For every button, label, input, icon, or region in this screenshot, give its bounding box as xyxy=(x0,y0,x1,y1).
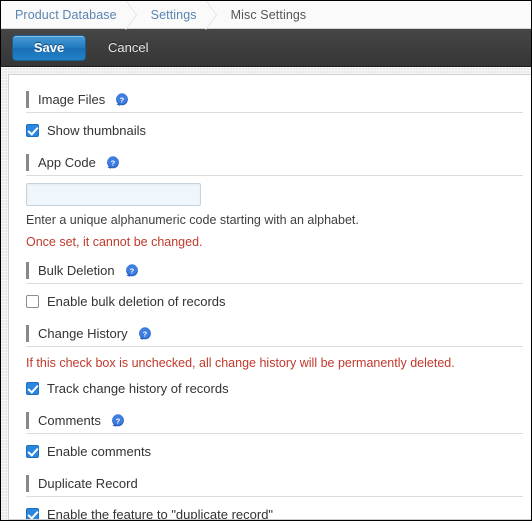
checkbox-label-enable-bulk-deletion[interactable]: Enable bulk deletion of records xyxy=(47,294,226,309)
section-accent-bar xyxy=(26,262,29,279)
breadcrumb-separator-icon xyxy=(117,1,151,30)
section-title-change-history: Change History xyxy=(38,326,128,341)
section-header: Bulk Deletion ? xyxy=(26,258,523,283)
section-title-bulk-deletion: Bulk Deletion xyxy=(38,263,115,278)
checkbox-row-show-thumbnails[interactable]: Show thumbnails xyxy=(26,118,531,142)
section-app-code: App Code ? Enter a unique alphanumeric c… xyxy=(9,150,531,250)
section-divider xyxy=(26,496,523,497)
svg-text:?: ? xyxy=(120,95,125,104)
section-header: App Code ? xyxy=(26,150,523,175)
settings-page: Product Database Settings Misc Settings … xyxy=(0,0,532,521)
help-icon[interactable]: ? xyxy=(111,413,125,428)
section-accent-bar xyxy=(26,475,29,492)
breadcrumb-item-product-database[interactable]: Product Database xyxy=(15,8,117,22)
breadcrumb-separator-icon xyxy=(197,1,231,30)
app-code-warning: Once set, it cannot be changed. xyxy=(26,235,203,249)
settings-form: Image Files ? Show thumbnails App Code ?… xyxy=(8,74,531,520)
svg-text:?: ? xyxy=(116,416,121,425)
section-divider xyxy=(26,112,523,113)
section-change-history: Change History ? If this check box is un… xyxy=(9,321,531,400)
checkbox-label-enable-comments[interactable]: Enable comments xyxy=(47,444,151,459)
section-header: Image Files ? xyxy=(26,87,523,112)
breadcrumb: Product Database Settings Misc Settings xyxy=(1,1,531,30)
section-image-files: Image Files ? Show thumbnails xyxy=(9,87,531,142)
checkbox-enable-comments[interactable] xyxy=(26,444,39,458)
svg-text:?: ? xyxy=(111,158,116,167)
checkbox-row-bulk-deletion[interactable]: Enable bulk deletion of records xyxy=(26,289,531,313)
section-comments: Comments ? Enable comments xyxy=(9,408,531,463)
change-history-warning: If this check box is unchecked, all chan… xyxy=(26,356,455,370)
section-accent-bar xyxy=(26,154,29,171)
page-body: Image Files ? Show thumbnails App Code ?… xyxy=(1,67,531,520)
svg-text:?: ? xyxy=(129,266,134,275)
section-duplicate-record: Duplicate Record Enable the feature to "… xyxy=(9,471,531,520)
section-accent-bar xyxy=(26,91,29,108)
section-divider xyxy=(26,433,523,434)
section-accent-bar xyxy=(26,412,29,429)
app-code-hint: Enter a unique alphanumeric code startin… xyxy=(26,213,359,227)
breadcrumb-item-misc-settings: Misc Settings xyxy=(230,7,307,22)
section-header: Comments ? xyxy=(26,408,523,433)
section-title-comments: Comments xyxy=(38,413,101,428)
section-bulk-deletion: Bulk Deletion ? Enable bulk deletion of … xyxy=(9,258,531,313)
checkbox-row-duplicate-record[interactable]: Enable the feature to "duplicate record" xyxy=(26,502,531,520)
checkbox-track-change-history[interactable] xyxy=(26,381,39,395)
section-header: Change History ? xyxy=(26,321,523,346)
checkbox-label-track-change-history[interactable]: Track change history of records xyxy=(47,381,229,396)
help-icon[interactable]: ? xyxy=(138,326,152,341)
section-accent-bar xyxy=(26,325,29,342)
help-icon[interactable]: ? xyxy=(115,92,129,107)
cancel-button[interactable]: Cancel xyxy=(108,40,148,55)
checkbox-label-show-thumbnails[interactable]: Show thumbnails xyxy=(47,123,146,138)
breadcrumb-item-settings[interactable]: Settings xyxy=(151,8,197,22)
checkbox-label-enable-duplicate-record[interactable]: Enable the feature to "duplicate record" xyxy=(47,507,273,520)
section-title-app-code: App Code xyxy=(38,155,96,170)
action-toolbar: Save Cancel xyxy=(1,29,531,67)
help-icon[interactable]: ? xyxy=(106,155,120,170)
checkbox-row-enable-comments[interactable]: Enable comments xyxy=(26,439,531,463)
checkbox-row-track-change-history[interactable]: Track change history of records xyxy=(26,376,531,400)
checkbox-enable-bulk-deletion[interactable] xyxy=(26,294,39,308)
section-divider xyxy=(26,175,523,176)
svg-text:?: ? xyxy=(142,329,147,338)
app-code-input[interactable] xyxy=(26,183,201,206)
checkbox-enable-duplicate-record[interactable] xyxy=(26,507,39,519)
checkbox-show-thumbnails[interactable] xyxy=(26,123,39,137)
section-title-image-files: Image Files xyxy=(38,92,106,107)
save-button[interactable]: Save xyxy=(12,34,86,61)
section-header: Duplicate Record xyxy=(26,471,523,496)
help-icon[interactable]: ? xyxy=(125,263,139,278)
section-divider xyxy=(26,283,523,284)
section-divider xyxy=(26,346,523,347)
section-title-duplicate-record: Duplicate Record xyxy=(38,476,138,491)
